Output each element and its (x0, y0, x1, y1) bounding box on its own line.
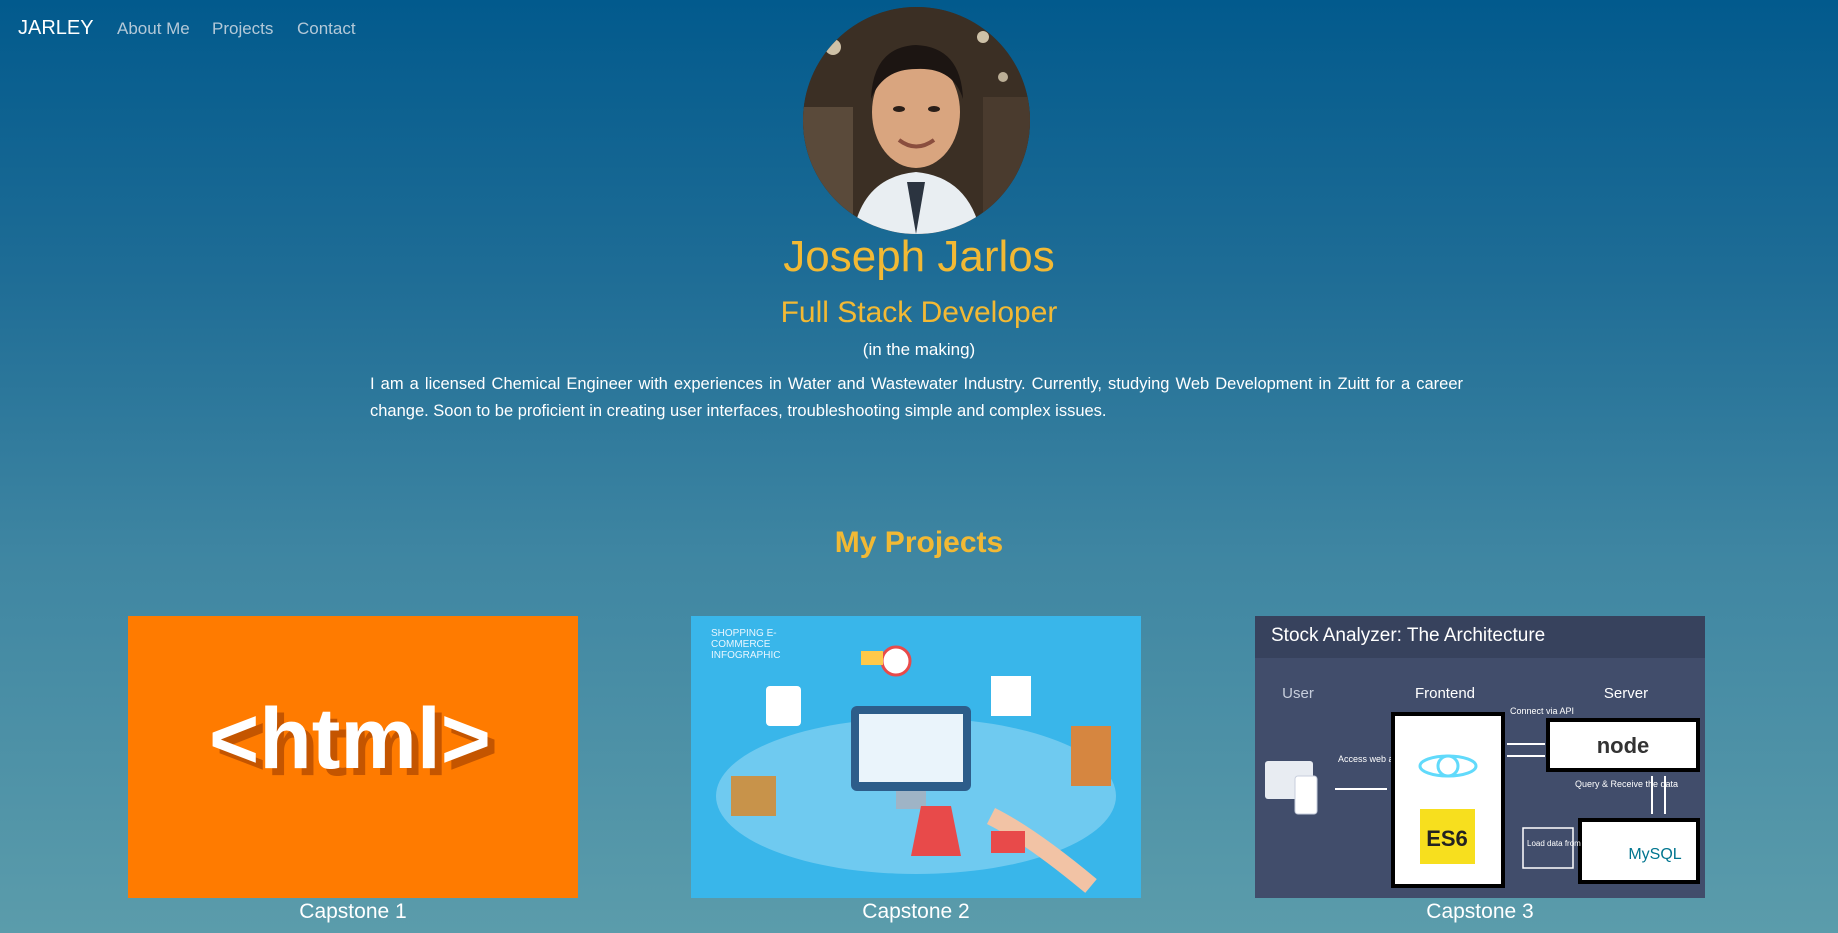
project-card-3: Stock Analyzer: The Architecture User Fr… (1255, 616, 1705, 924)
project-label-2[interactable]: Capstone 2 (691, 900, 1141, 924)
project-label-3[interactable]: Capstone 3 (1255, 900, 1705, 924)
html-logo-text: <html> (209, 691, 491, 787)
infographic-title: SHOPPING E-COMMERCE INFOGRAPHIC (711, 628, 781, 661)
mysql-logo: MySQL (1628, 846, 1681, 863)
project-card-2: SHOPPING E-COMMERCE INFOGRAPHIC Capstone… (691, 616, 1141, 924)
nav-link-about[interactable]: About Me (117, 19, 190, 39)
profile-bio: I am a licensed Chemical Engineer with e… (370, 375, 1463, 420)
brand-logo[interactable]: JARLEY (18, 17, 94, 40)
profile-avatar (803, 7, 1030, 234)
diagram-title: Stock Analyzer: The Architecture (1271, 625, 1545, 646)
project-thumbnail-1[interactable]: <html> <html> (128, 616, 578, 898)
project-thumbnail-2[interactable]: SHOPPING E-COMMERCE INFOGRAPHIC (691, 616, 1141, 898)
project-label-1[interactable]: Capstone 1 (128, 900, 578, 924)
project-card-1: <html> <html> Capstone 1 (128, 616, 578, 924)
diagram-col-server: Server (1604, 685, 1648, 702)
project-thumbnail-3[interactable]: Stock Analyzer: The Architecture User Fr… (1255, 616, 1705, 898)
diagram-note-api: Connect via API (1510, 706, 1574, 716)
nav-link-projects[interactable]: Projects (212, 19, 273, 39)
node-logo: node (1597, 733, 1650, 758)
diagram-note-query: Query & Receive the data (1575, 779, 1678, 789)
diagram-col-user: User (1282, 685, 1314, 702)
diagram-col-frontend: Frontend (1415, 685, 1475, 702)
es6-logo: ES6 (1426, 826, 1468, 851)
profile-subtitle: (in the making) (862, 340, 976, 359)
projects-heading: My Projects (834, 526, 1004, 559)
profile-name: Joseph Jarlos (783, 232, 1055, 281)
profile-role: Full Stack Developer (780, 296, 1058, 329)
diagram-note-load: Load data from file (1527, 839, 1594, 848)
nav-link-contact[interactable]: Contact (297, 19, 356, 39)
